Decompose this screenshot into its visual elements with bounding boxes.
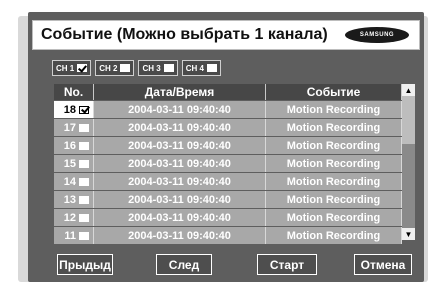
row-number: 18 xyxy=(63,103,76,116)
checkbox-icon[interactable] xyxy=(163,64,174,72)
table-body: 18 2004-03-11 09:40:40 Motion Recording … xyxy=(54,101,402,245)
row-event: Motion Recording xyxy=(266,101,402,118)
row-event: Motion Recording xyxy=(266,227,402,244)
table-row[interactable]: 12 2004-03-11 09:40:40 Motion Recording xyxy=(54,209,402,226)
row-event: Motion Recording xyxy=(266,137,402,154)
table-row[interactable]: 13 2004-03-11 09:40:40 Motion Recording xyxy=(54,191,402,208)
checkbox-icon[interactable] xyxy=(79,195,89,204)
channel-selector: CH 1 CH 2 CH 3 CH 4 xyxy=(52,60,225,76)
table-row[interactable]: 17 2004-03-11 09:40:40 Motion Recording xyxy=(54,119,402,136)
row-number: 15 xyxy=(63,157,76,170)
checkbox-icon[interactable] xyxy=(79,123,89,132)
row-number: 16 xyxy=(63,139,76,152)
row-no-cell: 17 xyxy=(54,119,94,136)
row-number: 17 xyxy=(63,121,76,134)
row-datetime: 2004-03-11 09:40:40 xyxy=(94,119,266,136)
table-row[interactable]: 11 2004-03-11 09:40:40 Motion Recording xyxy=(54,227,402,244)
row-datetime: 2004-03-11 09:40:40 xyxy=(94,155,266,172)
row-datetime: 2004-03-11 09:40:40 xyxy=(94,191,266,208)
row-number: 13 xyxy=(63,193,76,206)
row-number: 11 xyxy=(64,229,76,242)
checkbox-icon[interactable] xyxy=(120,64,131,72)
channel-3-toggle[interactable]: CH 3 xyxy=(138,60,178,76)
scroll-thumb[interactable] xyxy=(402,96,415,144)
start-button[interactable]: Старт xyxy=(257,254,317,275)
channel-label: CH 3 xyxy=(142,63,161,73)
button-bar: Прыдыд След Старт Отмена xyxy=(0,254,446,276)
cancel-button[interactable]: Отмена xyxy=(354,254,412,275)
row-no-cell: 18 xyxy=(54,101,94,118)
row-event: Motion Recording xyxy=(266,173,402,190)
checkbox-checked-icon[interactable] xyxy=(79,105,89,114)
channel-1-toggle[interactable]: CH 1 xyxy=(52,60,92,76)
row-no-cell: 12 xyxy=(54,209,94,226)
row-event: Motion Recording xyxy=(266,191,402,208)
channel-2-toggle[interactable]: CH 2 xyxy=(95,60,135,76)
table-row[interactable]: 18 2004-03-11 09:40:40 Motion Recording xyxy=(54,101,402,118)
table-row[interactable]: 15 2004-03-11 09:40:40 Motion Recording xyxy=(54,155,402,172)
row-datetime: 2004-03-11 09:40:40 xyxy=(94,209,266,226)
row-datetime: 2004-03-11 09:40:40 xyxy=(94,137,266,154)
row-datetime: 2004-03-11 09:40:40 xyxy=(94,173,266,190)
channel-label: CH 4 xyxy=(185,63,204,73)
row-event: Motion Recording xyxy=(266,155,402,172)
samsung-logo: SAMSUNG xyxy=(345,27,409,43)
down-arrow-icon[interactable]: ▼ xyxy=(402,228,415,240)
checkbox-icon[interactable] xyxy=(79,159,89,168)
row-number: 12 xyxy=(63,211,76,224)
row-datetime: 2004-03-11 09:40:40 xyxy=(94,101,266,118)
table-row[interactable]: 16 2004-03-11 09:40:40 Motion Recording xyxy=(54,137,402,154)
dialog-title: Событие (Можно выбрать 1 канала) xyxy=(41,26,328,43)
checkbox-icon[interactable] xyxy=(79,141,89,150)
up-arrow-icon[interactable]: ▲ xyxy=(402,84,415,96)
event-table: No. Дата/Время Событие 18 2004-03-11 09:… xyxy=(54,84,402,244)
header-event: Событие xyxy=(266,84,402,100)
checkbox-icon[interactable] xyxy=(206,64,217,72)
prev-button[interactable]: Прыдыд xyxy=(57,254,113,275)
row-no-cell: 14 xyxy=(54,173,94,190)
title-bar: Событие (Можно выбрать 1 канала) SAMSUNG xyxy=(32,20,420,50)
channel-4-toggle[interactable]: CH 4 xyxy=(181,60,221,76)
row-number: 14 xyxy=(63,175,76,188)
table-scrollbar[interactable]: ▲ ▼ xyxy=(402,84,415,240)
header-no: No. xyxy=(54,84,94,100)
row-no-cell: 13 xyxy=(54,191,94,208)
checkbox-icon[interactable] xyxy=(79,177,89,186)
row-no-cell: 15 xyxy=(54,155,94,172)
checkbox-icon[interactable] xyxy=(79,231,89,240)
channel-label: CH 1 xyxy=(56,63,75,73)
row-event: Motion Recording xyxy=(266,119,402,136)
next-button[interactable]: След xyxy=(156,254,212,275)
row-no-cell: 11 xyxy=(54,227,94,244)
table-header: No. Дата/Время Событие xyxy=(54,84,402,100)
channel-label: CH 2 xyxy=(99,63,118,73)
checkbox-icon[interactable] xyxy=(79,213,89,222)
row-no-cell: 16 xyxy=(54,137,94,154)
logo-text: SAMSUNG xyxy=(359,32,395,38)
row-datetime: 2004-03-11 09:40:40 xyxy=(94,227,266,244)
table-row[interactable]: 14 2004-03-11 09:40:40 Motion Recording xyxy=(54,173,402,190)
checkbox-checked-icon[interactable] xyxy=(77,64,88,72)
row-event: Motion Recording xyxy=(266,209,402,226)
header-datetime: Дата/Время xyxy=(94,84,266,100)
